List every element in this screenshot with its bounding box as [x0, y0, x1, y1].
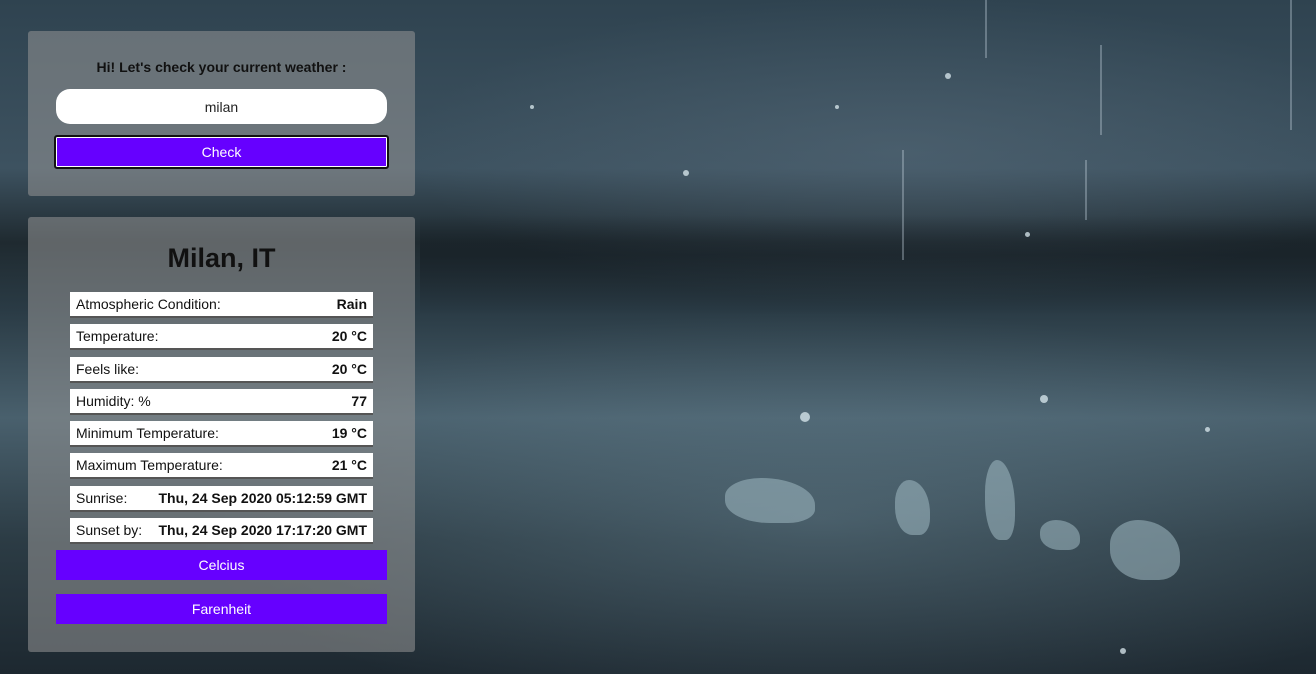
rain-drop [1205, 427, 1210, 432]
background-shade [420, 215, 1316, 315]
row-label: Atmospheric Condition: [76, 296, 221, 312]
weather-row-condition: Atmospheric Condition: Rain [70, 292, 373, 318]
search-panel: Hi! Let's check your current weather : C… [28, 31, 415, 196]
weather-details-list: Atmospheric Condition: Rain Temperature:… [70, 292, 373, 550]
row-label: Sunset by: [76, 522, 143, 539]
celcius-button[interactable]: Celcius [56, 550, 387, 580]
rain-streak [985, 0, 987, 58]
rain-drop [945, 73, 951, 79]
row-value: 20 °C [331, 360, 367, 377]
row-label: Maximum Temperature: [76, 457, 223, 474]
rain-streak [1085, 160, 1087, 220]
row-value: Thu, 24 Sep 2020 05:12:59 GMT [158, 489, 367, 506]
row-label: Temperature: [76, 328, 159, 345]
rain-drop [1025, 232, 1030, 237]
rain-streak [1100, 45, 1102, 135]
water-splash [725, 478, 815, 523]
row-label: Minimum Temperature: [76, 425, 219, 442]
farenheit-button[interactable]: Farenheit [56, 594, 387, 624]
weather-row-temperature: Temperature: 20 °C [70, 324, 373, 351]
rain-drop [1040, 395, 1048, 403]
water-splash [1110, 520, 1180, 580]
rain-drop [835, 105, 839, 109]
weather-row-min-temperature: Minimum Temperature: 19 °C [70, 421, 373, 448]
water-splash [895, 480, 930, 535]
weather-row-sunrise: Sunrise: Thu, 24 Sep 2020 05:12:59 GMT [70, 485, 373, 512]
city-search-input[interactable] [56, 89, 387, 124]
water-splash [1040, 520, 1080, 550]
rain-drop [530, 105, 534, 109]
row-label: Humidity: % [76, 392, 151, 409]
row-value: 77 [351, 392, 367, 409]
water-splash [985, 460, 1015, 540]
row-label: Feels like: [76, 360, 140, 377]
row-label: Sunrise: [76, 489, 128, 506]
row-value: Thu, 24 Sep 2020 17:17:20 GMT [158, 522, 367, 539]
check-button[interactable]: Check [54, 135, 389, 169]
rain-drop [800, 412, 810, 422]
row-value: Rain [336, 296, 367, 312]
rain-streak [902, 150, 904, 260]
row-value: 20 °C [331, 328, 367, 345]
weather-row-feels-like: Feels like: 20 °C [70, 356, 373, 383]
weather-row-max-temperature: Maximum Temperature: 21 °C [70, 453, 373, 480]
rain-drop [683, 170, 689, 176]
greeting-text: Hi! Let's check your current weather : [96, 59, 347, 75]
row-value: 21 °C [331, 457, 367, 474]
weather-row-sunset: Sunset by: Thu, 24 Sep 2020 17:17:20 GMT [70, 518, 373, 545]
rain-drop [1120, 648, 1126, 654]
weather-row-humidity: Humidity: % 77 [70, 388, 373, 415]
row-value: 19 °C [331, 425, 367, 442]
weather-result-panel: Milan, IT Atmospheric Condition: Rain Te… [28, 217, 415, 652]
city-title: Milan, IT [167, 243, 276, 273]
rain-streak [1290, 0, 1292, 130]
